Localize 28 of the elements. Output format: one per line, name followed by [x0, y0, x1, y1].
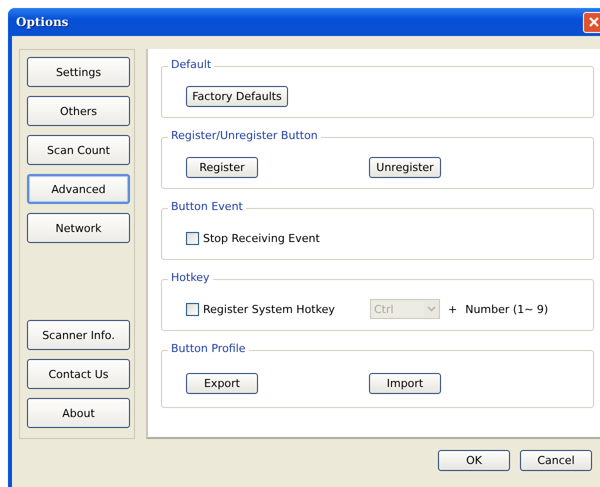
dialog-button[interactable]: OK — [438, 450, 510, 471]
checkbox[interactable]: Register System Hotkey — [186, 302, 370, 316]
chevron-down-icon — [427, 306, 436, 312]
sidebar-button[interactable]: Others — [27, 96, 130, 126]
plus-sign: + — [448, 302, 458, 316]
action-button[interactable]: Register — [186, 156, 258, 178]
checkbox[interactable]: Stop Receiving Event — [186, 232, 320, 244]
sidebar-button[interactable]: Advanced — [27, 174, 130, 204]
sidebar-button[interactable]: Contact Us — [27, 359, 130, 389]
close-icon — [588, 16, 600, 28]
hotkey-suffix: Number (1~ 9) — [465, 302, 548, 316]
sidebar-button[interactable]: Settings — [27, 57, 130, 87]
group-title: Default — [168, 58, 214, 71]
group-title: Button Profile — [168, 342, 249, 355]
sidebar-button[interactable]: About — [27, 398, 130, 428]
group-title: Register/Unregister Button — [168, 129, 321, 142]
sidebar-button[interactable]: Network — [27, 213, 130, 243]
sidebar-button[interactable]: Scanner Info. — [27, 320, 130, 350]
window-title: Options — [16, 15, 68, 29]
sidebar-button[interactable]: Scan Count — [27, 135, 130, 165]
group-title: Hotkey — [168, 271, 213, 284]
dialog-button[interactable]: Cancel — [520, 450, 592, 471]
action-button[interactable]: Unregister — [369, 156, 441, 178]
close-button[interactable] — [583, 12, 600, 32]
action-button[interactable]: Factory Defaults — [186, 86, 288, 106]
action-button[interactable]: Export — [186, 372, 258, 394]
group-title: Button Event — [168, 200, 246, 213]
action-button[interactable]: Import — [369, 372, 441, 394]
